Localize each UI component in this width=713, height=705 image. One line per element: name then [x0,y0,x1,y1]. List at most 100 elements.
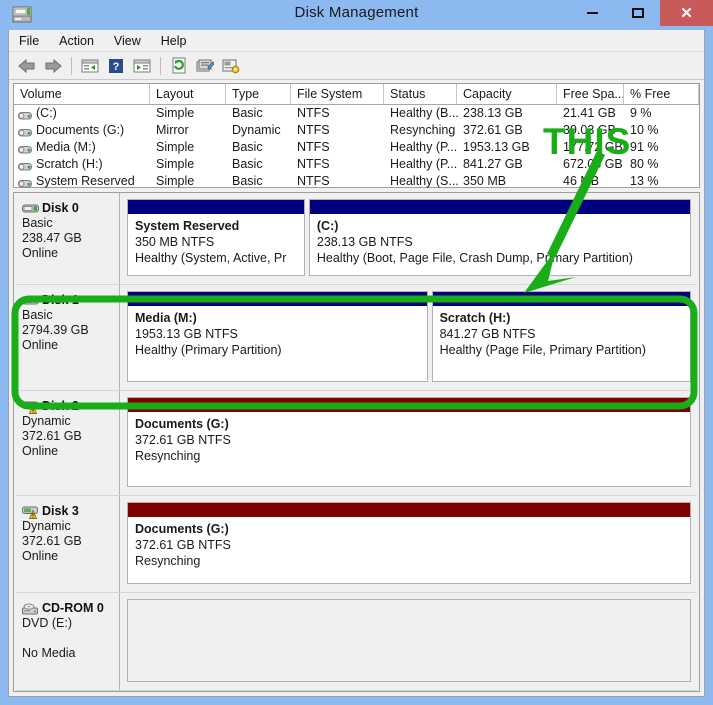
disk-1-partition-media-color-bar [128,292,427,306]
disk-3-partition-documents-size: 372.61 GB NTFS [135,538,231,552]
rescan-disks-icon[interactable] [219,54,243,78]
disk-3-kind: Dynamic [22,519,71,533]
disk-row-disk-2[interactable]: Disk 2 Dynamic 372.61 GB Online Documents (G… [16,391,697,496]
disk-3-partitions: Documents (G:) 372.61 GB NTFS Resynching [120,496,697,592]
menu-item-action[interactable]: Action [59,32,104,50]
disk-0-info[interactable]: Disk 0 Basic 238.47 GB Online [16,193,120,284]
help-icon[interactable]: ? [104,54,128,78]
volume-cell-percent-free: 91 % [630,140,659,154]
disk-1-partition-scratch-size: 841.27 GB NTFS [439,327,536,341]
cdrom-0-info[interactable]: CD-ROM 0 DVD (E:) No Media [16,593,120,690]
volume-column-header-layout[interactable]: Layout [150,84,226,104]
disk-0-partition-c-details: (C:) 238.13 GB NTFS Healthy (Boot, Page Fi… [309,214,690,274]
refresh-icon[interactable] [167,54,191,78]
disk-1-partition-media-size: 1953.13 GB NTFS [135,327,238,341]
disk-1-partition-scratch[interactable]: Scratch (H:) 841.27 GB NTFS Healthy (Page … [431,291,691,382]
show-hide-action-pane-icon[interactable] [130,54,154,78]
volume-column-header-capacity[interactable]: Capacity [457,84,557,104]
cdrom-0-title: CD-ROM 0 [22,601,119,616]
disk-3-info[interactable]: Disk 3 Dynamic 372.61 GB Online [16,496,120,592]
show-hide-console-tree-icon[interactable] [78,54,102,78]
volume-cell-percent-free: 10 % [630,123,659,137]
volume-cell-type: Basic [232,140,263,154]
menu-item-view[interactable]: View [114,32,151,50]
menu-item-help[interactable]: Help [161,32,197,50]
volume-column-header-free-spa[interactable]: Free Spa... [557,84,624,104]
disk-3-label: Disk 3 [42,504,79,518]
volume-column-header-volume[interactable]: Volume [14,84,150,104]
properties-icon[interactable] [193,54,217,78]
forward-icon[interactable] [41,54,65,78]
menu-item-file[interactable]: File [19,32,49,50]
volume-cell-free-space: 21.41 GB [563,106,616,120]
volume-cell-volume: Documents (G:) [36,123,125,137]
volume-cell-free-space: 177.72 GB [563,140,623,154]
disk-3-partition-documents-color-bar [128,503,690,517]
volume-cell-capacity: 350 MB [463,174,507,188]
cdrom-0-no-media-area [127,599,691,682]
close-button[interactable]: ✕ [660,0,713,26]
disk-row-disk-1[interactable]: Disk 1 Basic 2794.39 GB Online Media (M:) 195… [16,285,697,391]
volume-row[interactable]: (C:) Simple Basic NTFS Healthy (B... 238.13 G… [14,105,699,122]
volume-cell-volume: (C:) [36,106,57,120]
volume-cell-status: Healthy (S... [390,174,459,188]
volume-cell-capacity: 238.13 GB [463,106,523,120]
cdrom-0-state: No Media [22,646,76,660]
disk-2-partition-documents-color-bar [128,398,690,412]
toolbar: ? [9,52,704,80]
cdrom-0-label: CD-ROM 0 [42,601,104,615]
minimize-button[interactable] [570,0,615,26]
volume-cell-free-space: 46 MB [563,174,600,188]
disk-1-info[interactable]: Disk 1 Basic 2794.39 GB Online [16,285,120,390]
disk-row-disk-3[interactable]: Disk 3 Dynamic 372.61 GB Online Documents (G… [16,496,697,593]
disk-2-size: 372.61 GB [22,429,82,443]
disk-1-kind: Basic [22,308,53,322]
volume-cell-volume: Media (M:) [36,140,96,154]
disk-0-label: Disk 0 [42,201,79,215]
volume-column-header-file-system[interactable]: File System [291,84,384,104]
disk-1-partition-scratch-title: Scratch (H:) [439,311,511,325]
volume-cell-free-space: 672.05 GB [563,157,623,171]
disk-0-partition-c[interactable]: (C:) 238.13 GB NTFS Healthy (Boot, Page Fi… [308,199,691,276]
disk-3-partition-documents[interactable]: Documents (G:) 372.61 GB NTFS Resynching [127,502,691,584]
volume-row[interactable]: Documents (G:) Mirror Dynamic NTFS Resynchin… [14,122,699,139]
volume-cell-layout: Simple [156,106,195,120]
window-client-area: File Action View Help ? Volume Layout Ty… [8,30,705,697]
disk-0-partition-system-reserved[interactable]: System Reserved 350 MB NTFS Healthy (Syste… [127,199,305,276]
disk-0-partition-c-color-bar [309,200,690,214]
volume-row[interactable]: Scratch (H:) Simple Basic NTFS Healthy (P...… [14,156,699,173]
volume-cell-layout: Simple [156,174,195,188]
volume-column-header-status[interactable]: Status [384,84,457,104]
disk-2-kind: Dynamic [22,414,71,428]
disk-0-title: Disk 0 [22,201,119,216]
back-icon[interactable] [15,54,39,78]
disk-row-cdrom-0[interactable]: CD-ROM 0 DVD (E:) No Media [16,593,697,691]
disk-1-partitions: Media (M:) 1953.13 GB NTFS Healthy (Primar… [120,285,697,390]
volume-list[interactable]: Volume Layout Type File System Status Capacit… [13,83,700,188]
disk-row-disk-0[interactable]: Disk 0 Basic 238.47 GB Online System Reserve… [16,193,697,285]
volume-cell-percent-free: 9 % [630,106,652,120]
disk-1-partition-media-details: Media (M:) 1953.13 GB NTFS Healthy (Primar… [128,306,427,380]
volume-column-header-type[interactable]: Type [226,84,291,104]
volume-row[interactable]: Media (M:) Simple Basic NTFS Healthy (P... 19… [14,139,699,156]
disk-2-state: Online [22,444,59,458]
menu-bar: File Action View Help [9,30,704,52]
disk-0-partition-system-reserved-size: 350 MB NTFS [135,235,215,249]
maximize-button[interactable] [615,0,660,26]
disk-2-partition-documents-title: Documents (G:) [135,417,229,431]
disk-1-partition-scratch-details: Scratch (H:) 841.27 GB NTFS Healthy (Page … [432,306,690,380]
disk-2-partition-documents[interactable]: Documents (G:) 372.61 GB NTFS Resynching [127,397,691,487]
disk-1-partition-media-title: Media (M:) [135,311,197,325]
volume-column-header-free[interactable]: % Free [624,84,699,104]
disk-1-partition-media[interactable]: Media (M:) 1953.13 GB NTFS Healthy (Primar… [127,291,428,382]
disk-0-partitions: System Reserved 350 MB NTFS Healthy (Syste… [120,193,697,284]
disk-1-label: Disk 1 [42,293,79,307]
volume-list-header: Volume Layout Type File System Status Capacit… [14,84,699,105]
disk-2-info[interactable]: Disk 2 Dynamic 372.61 GB Online [16,391,120,495]
disk-icon [22,295,39,307]
volume-cell-percent-free: 13 % [630,174,659,188]
volume-row[interactable]: System Reserved Simple Basic NTFS Healthy (S… [14,173,699,190]
disk-1-size: 2794.39 GB [22,323,89,337]
volume-cell-status: Healthy (P... [390,157,458,171]
disk-3-partition-documents-details: Documents (G:) 372.61 GB NTFS Resynching [128,517,690,582]
